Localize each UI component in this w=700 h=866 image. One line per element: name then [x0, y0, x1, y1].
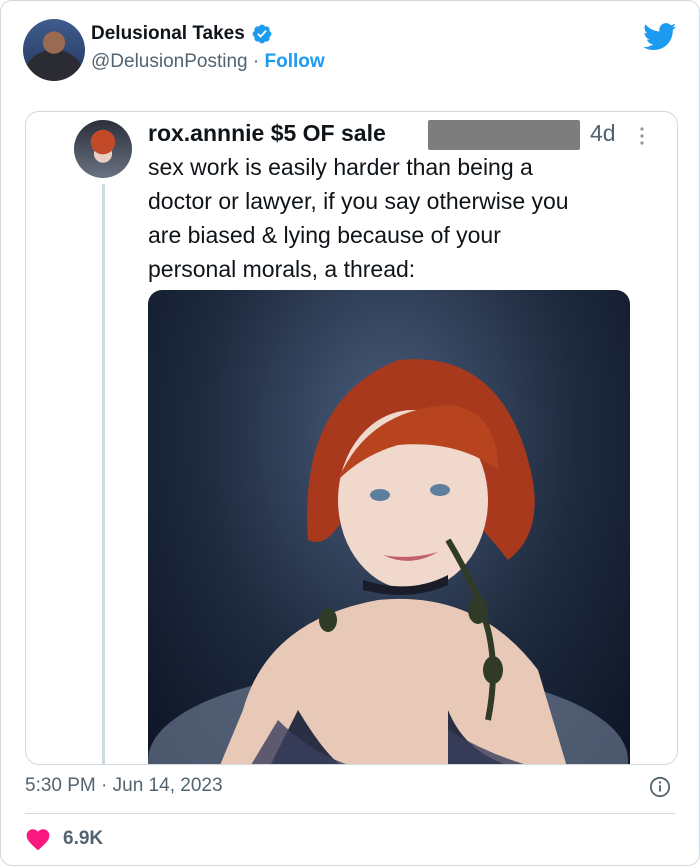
author-name-row: Delusional Takes — [91, 23, 273, 45]
quoted-author-name: rox.annnie $5 OF sale — [148, 120, 386, 146]
quoted-text-line: sex work is easily harder than being a — [148, 154, 533, 180]
like-count[interactable]: 6.9K — [63, 828, 103, 850]
avatar[interactable] — [23, 19, 85, 81]
tweet-header: Delusional Takes @DelusionPosting · Foll… — [23, 19, 677, 81]
thread-line — [102, 184, 105, 764]
quoted-post-image[interactable]: rox.annnie $5 OF sale 4d sex work is eas… — [25, 111, 678, 765]
author-handle-row: @DelusionPosting · Follow — [91, 51, 325, 73]
follow-button[interactable]: Follow — [264, 51, 324, 72]
verified-badge-icon — [251, 23, 273, 45]
quoted-post-age: 4d — [590, 120, 616, 146]
tweet-actions: 6.9K — [25, 827, 103, 851]
more-vertical-icon — [638, 124, 646, 148]
tweet-timestamp[interactable]: 5:30 PM · Jun 14, 2023 — [25, 775, 223, 797]
redaction-box — [428, 120, 580, 150]
quoted-post-text: sex work is easily harder than being a d… — [148, 150, 648, 286]
info-icon[interactable] — [649, 776, 671, 798]
divider — [25, 813, 675, 814]
quoted-author-row: rox.annnie $5 OF sale 4d — [148, 118, 657, 150]
quoted-text-line: are biased & lying because of your — [148, 222, 501, 248]
author-handle[interactable]: @DelusionPosting — [91, 51, 248, 72]
quoted-text-line: doctor or lawyer, if you say otherwise y… — [148, 188, 569, 214]
tweet-card: Delusional Takes @DelusionPosting · Foll… — [0, 0, 700, 866]
author-display-name[interactable]: Delusional Takes — [91, 23, 245, 45]
quoted-author-avatar — [74, 120, 132, 178]
photo-illustration — [148, 359, 628, 764]
heart-icon[interactable] — [25, 827, 51, 851]
handle-separator: · — [252, 51, 260, 72]
quoted-post-photo — [148, 290, 630, 764]
twitter-bird-icon[interactable] — [643, 23, 677, 51]
quoted-text-line: personal morals, a thread: — [148, 256, 416, 282]
